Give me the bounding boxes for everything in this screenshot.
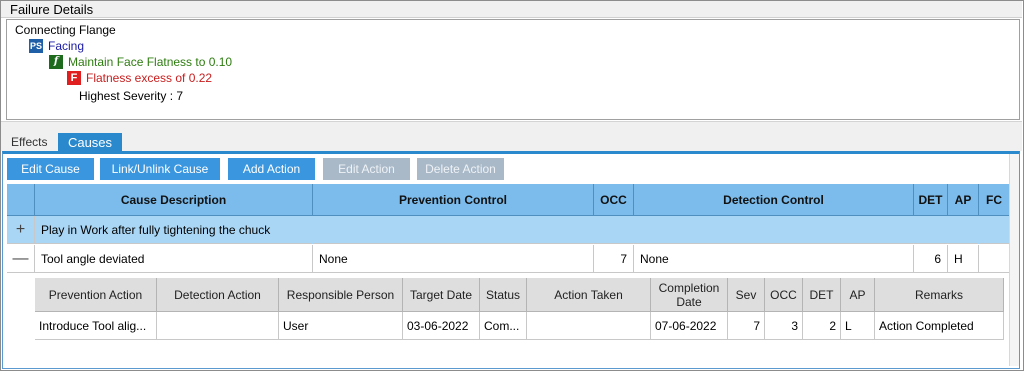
det-cell[interactable]: 2 xyxy=(803,312,841,340)
tab-strip: Effects Causes xyxy=(1,121,1022,152)
vertical-scrollbar[interactable] xyxy=(1009,154,1019,366)
causes-panel: Edit Cause Link/Unlink Cause Add Action … xyxy=(2,151,1020,369)
tree-function-label: Maintain Face Flatness to 0.10 xyxy=(68,55,233,69)
column-header-sev[interactable]: Sev xyxy=(728,278,765,312)
prevention-action-cell[interactable]: Introduce Tool alig... xyxy=(35,312,157,340)
responsible-person-cell[interactable]: User xyxy=(279,312,403,340)
target-date-cell[interactable]: 03-06-2022 xyxy=(403,312,480,340)
expand-plus-icon[interactable]: + xyxy=(7,216,35,244)
column-header-det[interactable]: DET xyxy=(914,184,948,216)
detection-control-cell[interactable] xyxy=(634,216,914,244)
ap-cell[interactable]: H xyxy=(948,245,979,273)
cause-row[interactable]: — Tool angle deviated None 7 None 6 H xyxy=(7,245,1010,273)
column-header-action-taken[interactable]: Action Taken xyxy=(527,278,651,312)
link-unlink-cause-button[interactable]: Link/Unlink Cause xyxy=(100,158,220,180)
column-header-ap[interactable]: AP xyxy=(948,184,979,216)
occ-cell[interactable]: 3 xyxy=(765,312,803,340)
cause-row[interactable]: + Play in Work after fully tightening th… xyxy=(7,216,1010,244)
severity-label: Highest Severity : 7 xyxy=(79,89,184,103)
column-header-prevention-action[interactable]: Prevention Action xyxy=(35,278,157,312)
cause-description-cell[interactable]: Tool angle deviated xyxy=(35,245,313,273)
sev-cell[interactable]: 7 xyxy=(728,312,765,340)
occ-cell[interactable] xyxy=(594,216,634,244)
collapse-minus-icon[interactable]: — xyxy=(7,245,35,273)
column-header-fc[interactable]: FC xyxy=(979,184,1010,216)
column-header-detection-control[interactable]: Detection Control xyxy=(634,184,914,216)
tree-function-group[interactable]: PS Facing xyxy=(29,38,84,54)
column-header-responsible-person[interactable]: Responsible Person xyxy=(279,278,403,312)
expander-column-header xyxy=(7,184,35,216)
remarks-cell[interactable]: Action Completed xyxy=(875,312,1004,340)
fc-cell[interactable] xyxy=(979,245,1010,273)
ap-cell[interactable]: L xyxy=(841,312,875,340)
fc-cell[interactable] xyxy=(979,216,1010,244)
column-header-occ[interactable]: OCC xyxy=(594,184,634,216)
column-header-detection-action[interactable]: Detection Action xyxy=(157,278,279,312)
prevention-control-cell[interactable]: None xyxy=(313,245,594,273)
tree-failure[interactable]: F Flatness excess of 0.22 xyxy=(67,70,212,86)
tree-root-label: Connecting Flange xyxy=(15,23,116,37)
column-header-prevention-control[interactable]: Prevention Control xyxy=(313,184,594,216)
tree-severity: Highest Severity : 7 xyxy=(79,88,183,104)
tree-root[interactable]: Connecting Flange xyxy=(15,22,116,38)
process-step-icon: PS xyxy=(29,39,43,53)
tab-causes[interactable]: Causes xyxy=(58,133,122,152)
failure-mode-icon: F xyxy=(67,71,81,85)
det-cell[interactable]: 6 xyxy=(914,245,948,273)
tree-function[interactable]: f Maintain Face Flatness to 0.10 xyxy=(49,54,232,70)
detection-action-cell[interactable] xyxy=(157,312,279,340)
detection-control-cell[interactable]: None xyxy=(634,245,914,273)
function-icon: f xyxy=(49,55,63,69)
status-cell[interactable]: Com... xyxy=(480,312,527,340)
column-header-cause-description[interactable]: Cause Description xyxy=(35,184,313,216)
tab-effects[interactable]: Effects xyxy=(5,133,53,152)
column-header-occ[interactable]: OCC xyxy=(765,278,803,312)
failure-tree-panel: Connecting Flange PS Facing f Maintain F… xyxy=(6,19,1020,120)
column-header-remarks[interactable]: Remarks xyxy=(875,278,1004,312)
edit-cause-button[interactable]: Edit Cause xyxy=(7,158,94,180)
column-header-det[interactable]: DET xyxy=(803,278,841,312)
edit-action-button[interactable]: Edit Action xyxy=(323,158,410,180)
column-header-completion-date[interactable]: Completion Date xyxy=(651,278,728,312)
occ-cell[interactable]: 7 xyxy=(594,245,634,273)
column-header-target-date[interactable]: Target Date xyxy=(403,278,480,312)
tree-failure-label: Flatness excess of 0.22 xyxy=(86,71,213,85)
prevention-control-cell[interactable] xyxy=(313,216,594,244)
column-header-status[interactable]: Status xyxy=(480,278,527,312)
ap-cell[interactable] xyxy=(948,216,979,244)
add-action-button[interactable]: Add Action xyxy=(228,158,315,180)
cause-description-cell[interactable]: Play in Work after fully tightening the … xyxy=(35,216,313,244)
failure-details-title: Failure Details xyxy=(1,1,1022,18)
completion-date-cell[interactable]: 07-06-2022 xyxy=(651,312,728,340)
action-taken-cell[interactable] xyxy=(527,312,651,340)
det-cell[interactable] xyxy=(914,216,948,244)
tree-function-group-label: Facing xyxy=(48,39,85,53)
delete-action-button[interactable]: Delete Action xyxy=(417,158,504,180)
action-row[interactable]: Introduce Tool alig... User 03-06-2022 C… xyxy=(35,312,1004,340)
column-header-ap[interactable]: AP xyxy=(841,278,875,312)
